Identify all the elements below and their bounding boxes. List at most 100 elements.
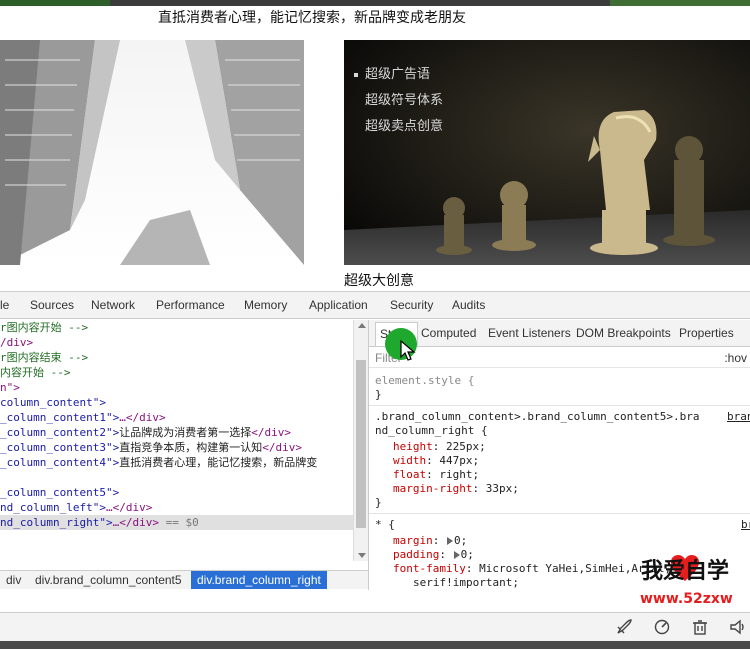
tab-network[interactable]: Network: [91, 298, 135, 312]
html-tag: …</div>: [105, 501, 153, 514]
html-tag: …</div>: [119, 411, 166, 424]
dom-node[interactable]: 内容开始 -->: [0, 365, 71, 380]
elements-scrollbar[interactable]: [353, 320, 368, 561]
css-declaration[interactable]: float: right;: [393, 468, 479, 482]
html-tag: </div>: [251, 426, 291, 439]
css-prop-value: 447px;: [439, 454, 480, 467]
rule-divider: [369, 405, 750, 406]
window-bottom-strip: [0, 641, 750, 649]
dom-node[interactable]: nd_column_left">…</div>: [0, 500, 152, 515]
rule-selector-cont[interactable]: nd_column_right {: [375, 424, 488, 438]
css-declaration[interactable]: height: 225px;: [393, 440, 486, 454]
styles-pane: Styles Computed Event Listeners DOM Brea…: [368, 320, 750, 590]
feature-item: 超级卖点创意: [365, 119, 444, 134]
attr-value: _column_content5">: [0, 486, 120, 499]
dom-node[interactable]: _column_content5">: [0, 485, 119, 500]
rule-selector[interactable]: .brand_column_content>.brand_column_cont…: [375, 410, 700, 424]
top-strip-left: [0, 0, 110, 6]
css-declaration[interactable]: margin-right: 33px;: [393, 482, 519, 496]
html-comment: r图内容结束 -->: [0, 351, 89, 364]
skyscraper-image: [0, 40, 304, 265]
tab-sources[interactable]: Sources: [30, 298, 74, 312]
tab-security[interactable]: Security: [390, 298, 433, 312]
tab-dom-breakpoints[interactable]: DOM Breakpoints: [576, 326, 671, 340]
scroll-down-icon[interactable]: [358, 553, 366, 558]
rocket-icon[interactable]: [616, 619, 632, 635]
css-prop-value: right;: [439, 468, 480, 481]
dom-node[interactable]: column_content">: [0, 395, 106, 410]
tab-audits[interactable]: Audits: [452, 298, 485, 312]
css-prop-name: margin: [393, 534, 433, 547]
feature-item: 超级符号体系: [365, 93, 444, 108]
hov-toggle[interactable]: :hov: [724, 351, 747, 365]
trash-icon[interactable]: [692, 619, 708, 635]
css-declaration[interactable]: padding: 0;: [393, 548, 474, 562]
speed-dial-icon[interactable]: [654, 619, 670, 635]
breadcrumb: div div.brand_column_content5 div.brand_…: [0, 570, 370, 589]
rule-close: }: [375, 496, 382, 509]
node-text: 直指竞争本质，构建第一认知: [119, 441, 263, 454]
rule-divider: [369, 513, 750, 514]
feature-item: 超级广告语: [354, 62, 443, 88]
brand-tagline: 直抵消费者心理，能记忆搜索，新品牌变成老朋友: [158, 10, 466, 26]
devtools-tabbar: le Sources Network Performance Memory Ap…: [0, 292, 750, 319]
dom-node[interactable]: _column_content3">直指竞争本质，构建第一认知</div>: [0, 440, 302, 455]
css-declaration[interactable]: font-family: Microsoft YaHei,SimHei,Aria…: [393, 562, 671, 576]
dom-node[interactable]: n">: [0, 380, 20, 395]
attr-value: column_content">: [0, 396, 106, 409]
css-prop-value: 0;: [460, 548, 474, 561]
node-text: 让品牌成为消费者第一选择: [119, 426, 252, 439]
mouse-cursor-icon: [400, 340, 416, 361]
elements-tree[interactable]: r图内容开始 --> /div> r图内容结束 --> 内容开始 --> n">…: [0, 320, 353, 561]
css-prop-name: width: [393, 454, 427, 467]
dom-node[interactable]: _column_content2">让品牌成为消费者第一选择</div>: [0, 425, 291, 440]
tab-memory[interactable]: Memory: [244, 298, 287, 312]
dom-node[interactable]: r图内容结束 -->: [0, 350, 88, 365]
tab-application[interactable]: Application: [309, 298, 368, 312]
attr-value: _column_content3">: [0, 441, 120, 454]
attr-value: nd_column_left">: [0, 501, 106, 514]
attr-value: _column_content1">: [0, 411, 120, 424]
watermark-text: 我爱自学: [641, 559, 730, 584]
rule-source-link[interactable]: br: [741, 518, 750, 532]
tab-properties[interactable]: Properties: [679, 326, 734, 340]
dom-node-selected[interactable]: nd_column_right">…</div> == $0: [0, 515, 353, 530]
element-style-selector[interactable]: element.style {: [375, 374, 474, 388]
attr-value: _column_content4">: [0, 456, 120, 469]
expand-triangle-icon[interactable]: [453, 551, 460, 559]
breadcrumb-item[interactable]: div.brand_column_content5: [29, 571, 188, 589]
breadcrumb-item[interactable]: div: [0, 571, 27, 589]
css-declaration[interactable]: width: 447px;: [393, 454, 479, 468]
scroll-up-icon[interactable]: [358, 323, 366, 328]
breadcrumb-item-active[interactable]: div.brand_column_right: [191, 571, 327, 589]
section-title: 超级大创意: [344, 273, 414, 289]
dom-node[interactable]: _column_content1">…</div>: [0, 410, 166, 425]
css-prop-value: 225px;: [446, 440, 486, 453]
feature-list: 超级广告语 超级符号体系 超级卖点创意: [354, 62, 443, 140]
volume-icon[interactable]: [730, 619, 746, 635]
html-tag: </div>: [262, 441, 302, 454]
css-prop-name: padding: [393, 548, 440, 561]
styles-filter[interactable]: Filter :hov: [369, 348, 750, 368]
tab-performance[interactable]: Performance: [156, 298, 225, 312]
page-top-strip: [0, 0, 750, 6]
css-declaration-cont: serif!important;: [413, 576, 519, 589]
scroll-thumb[interactable]: [356, 360, 366, 528]
tab-computed[interactable]: Computed: [421, 326, 476, 340]
console-ref: == $0: [158, 516, 199, 529]
bottom-toolbar: [0, 612, 750, 641]
css-declaration[interactable]: margin: 0;: [393, 534, 467, 548]
node-text: 直抵消费者心理，能记忆搜索，新品牌变: [119, 456, 318, 469]
expand-triangle-icon[interactable]: [447, 537, 453, 545]
dom-node[interactable]: /div>: [0, 335, 33, 350]
dom-node[interactable]: r图内容开始 -->: [0, 320, 88, 335]
html-tag: …</div>: [112, 516, 159, 529]
rule-selector[interactable]: * {: [375, 518, 395, 532]
css-prop-value: 0;: [454, 534, 468, 547]
tab-console[interactable]: le: [0, 298, 9, 312]
tab-event-listeners[interactable]: Event Listeners: [488, 326, 571, 340]
html-comment: r图内容开始 -->: [0, 321, 89, 334]
dom-node[interactable]: _column_content4">直抵消费者心理，能记忆搜索，新品牌变: [0, 455, 317, 470]
top-strip-right: [610, 0, 750, 6]
rule-source-link[interactable]: bran: [727, 410, 750, 424]
